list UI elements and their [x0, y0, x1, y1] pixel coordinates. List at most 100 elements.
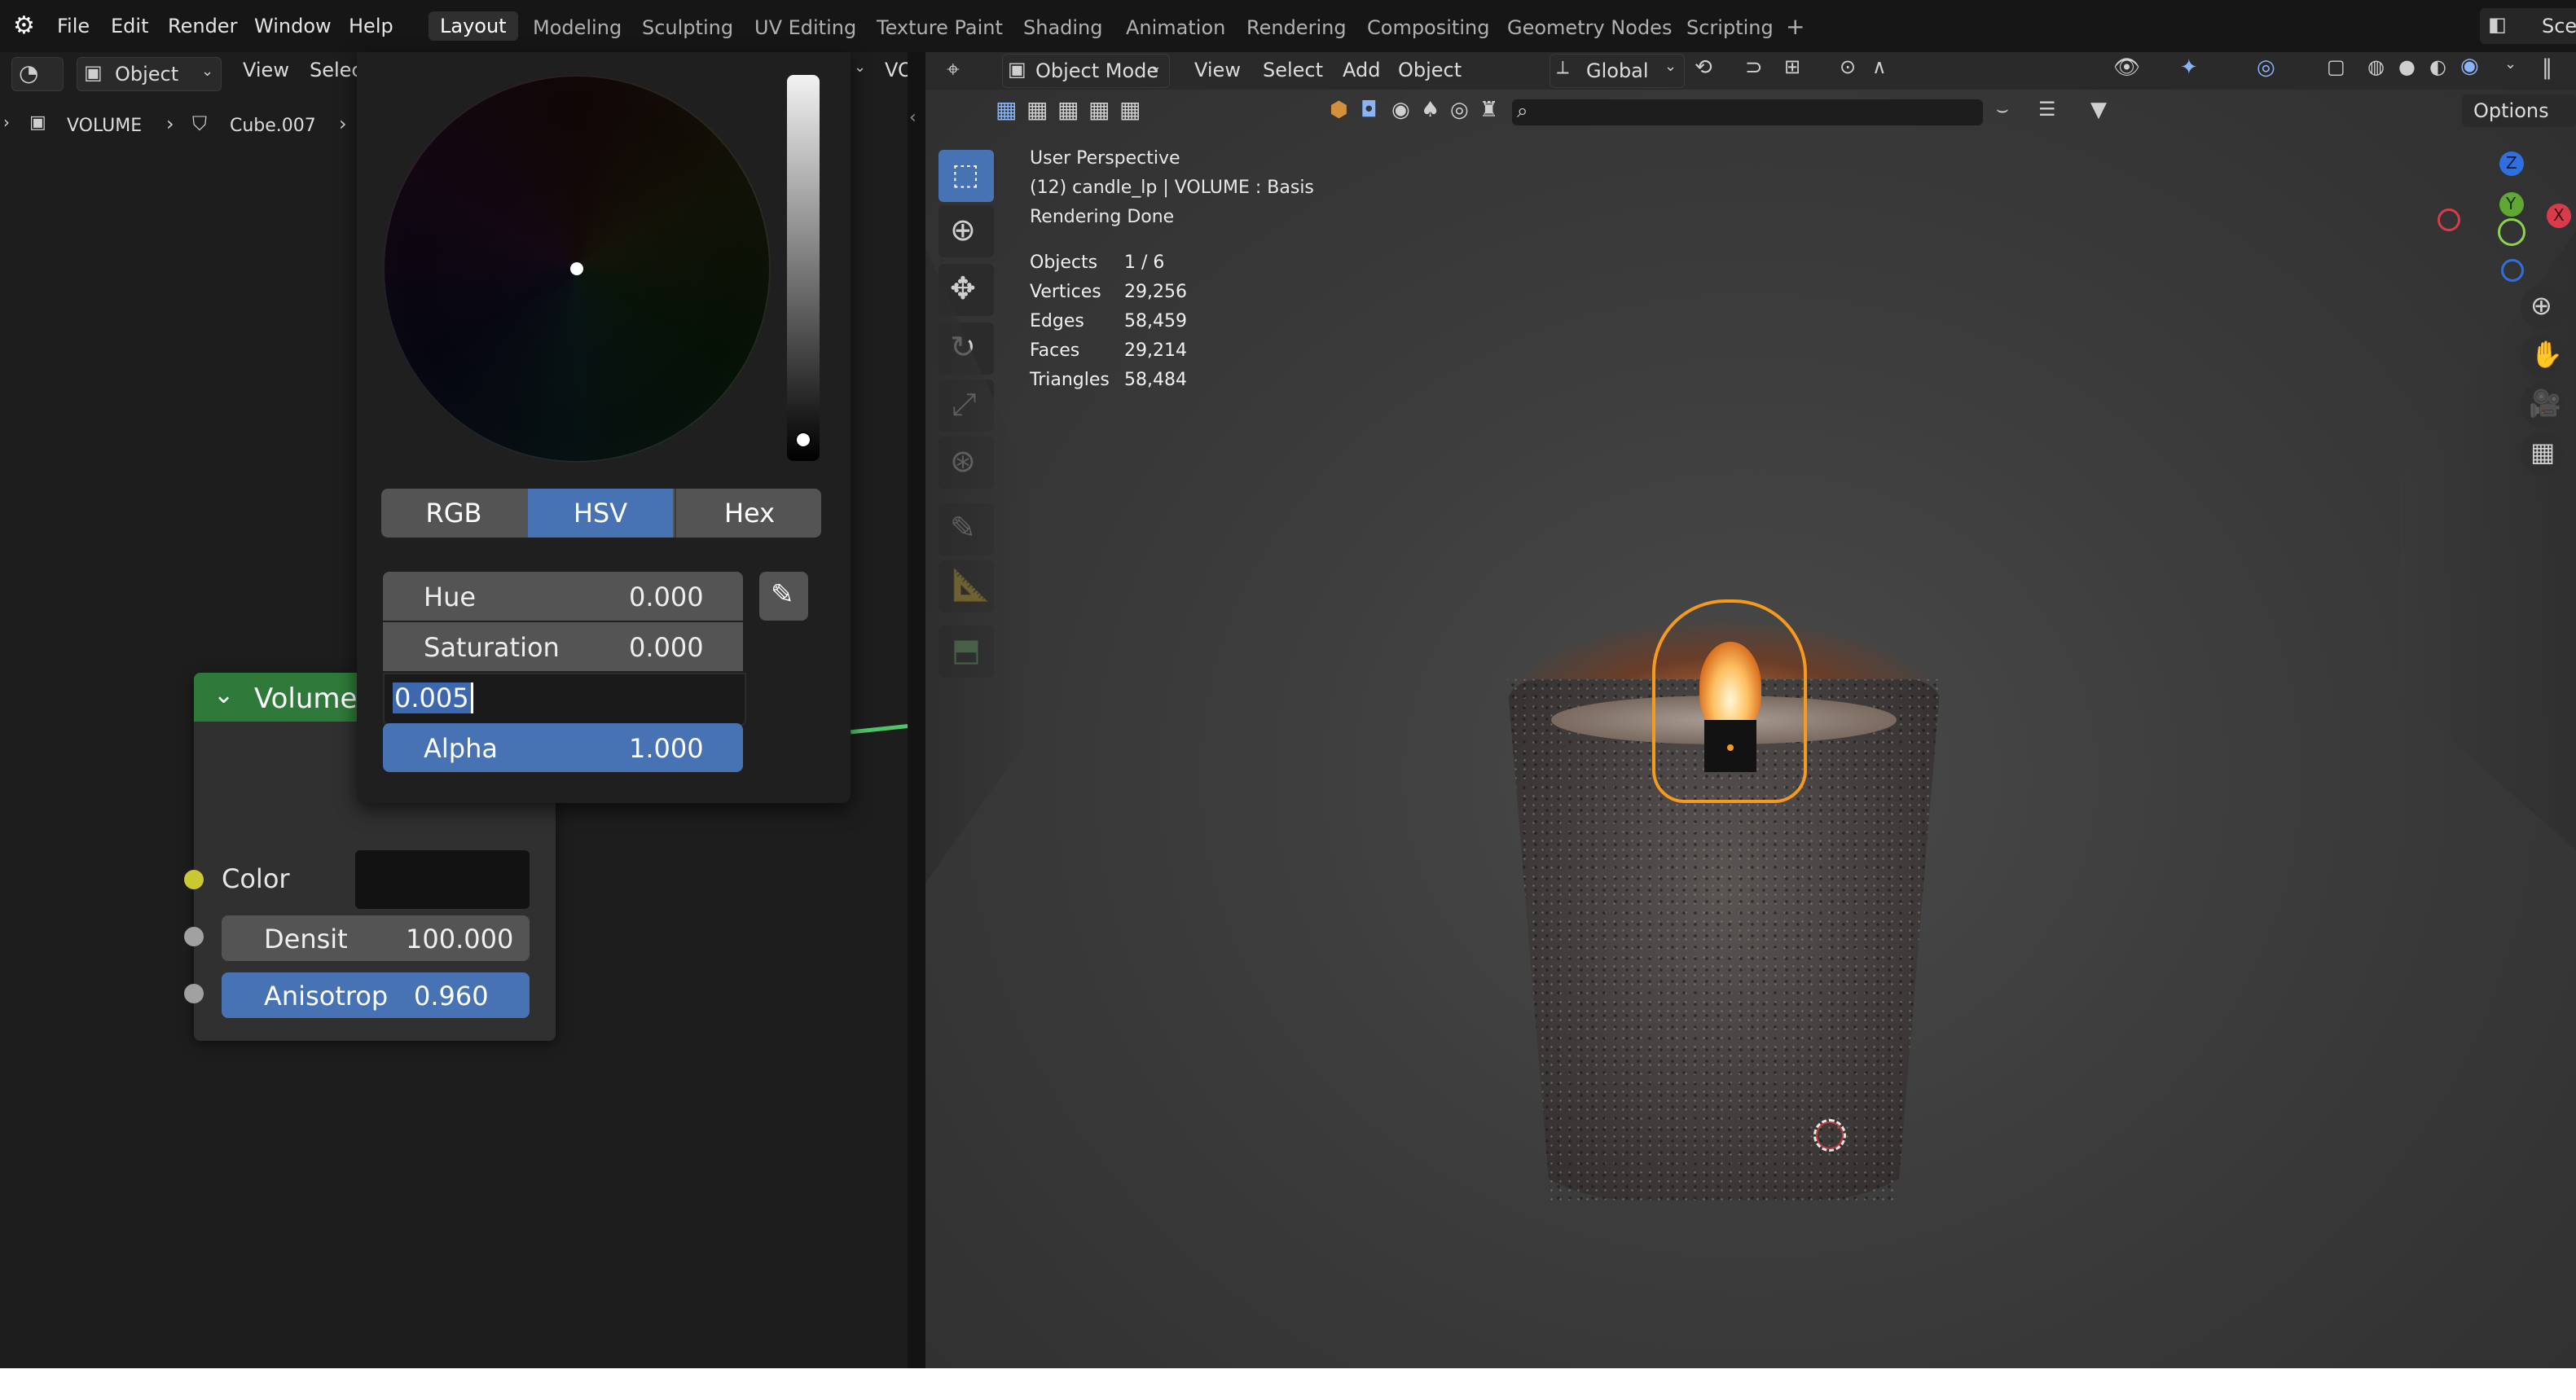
snap-target-icon[interactable]: ⊞ — [1784, 55, 1800, 78]
tab-layout[interactable]: Layout — [429, 11, 518, 41]
chevron-down-icon[interactable]: ⌄ — [2504, 55, 2517, 72]
menu-window[interactable]: Window — [254, 15, 332, 37]
select-intersect-icon[interactable]: ▦ — [1119, 96, 1141, 123]
select-box-mode-icon[interactable]: ▦ — [996, 96, 1017, 123]
select-tool[interactable]: ⬚ — [939, 150, 994, 202]
menu-edit[interactable]: Edit — [111, 15, 148, 37]
filter-world-icon[interactable]: ◎ — [1450, 98, 1469, 122]
scene-selector[interactable]: ◧ Sce — [2480, 8, 2576, 44]
filter-texture-icon[interactable]: ♠ — [1421, 98, 1440, 122]
alpha-field[interactable]: Alpha 1.000 — [383, 723, 743, 772]
editor-type-3d-icon[interactable]: ⌖ — [947, 55, 960, 83]
tab-shading[interactable]: Shading — [1023, 16, 1103, 39]
navigation-gizmo[interactable]: Z Y X — [2416, 140, 2571, 303]
menu-add[interactable]: Add — [1343, 59, 1380, 81]
saturation-field[interactable]: Saturation 0.000 — [383, 622, 743, 671]
visibility-icon[interactable]: 👁 — [2113, 55, 2140, 80]
value-slider-handle[interactable] — [797, 433, 810, 446]
editor-type-dropdown[interactable]: ◔ — [11, 57, 64, 91]
camera-view-button[interactable]: 🎥 — [2521, 383, 2565, 427]
tab-uv-editing[interactable]: UV Editing — [754, 16, 856, 39]
tab-compositing[interactable]: Compositing — [1367, 16, 1489, 39]
color-picker-popup[interactable]: RGB HSV Hex Hue 0.000 ✎ Saturation 0.000… — [357, 52, 851, 803]
tab-rgb[interactable]: RGB — [381, 489, 526, 538]
falloff-icon[interactable]: ∧ — [1872, 55, 1887, 78]
color-socket[interactable] — [184, 870, 204, 889]
filter-all-icon[interactable]: ⬢ — [1330, 98, 1348, 122]
object-type-dropdown[interactable]: ▣ Object ⌄ — [77, 57, 222, 91]
menu-select[interactable]: Select — [1263, 59, 1323, 81]
viewport-3d[interactable]: ⌖ ▣ Object Mode ⌄ View Select Add Object… — [925, 52, 2576, 1368]
snap-icon[interactable]: ⊃ — [1745, 55, 1763, 80]
cursor-tool[interactable]: ⊕ — [939, 205, 994, 257]
sidebar-toggle-icon[interactable]: ‖ — [2542, 55, 2552, 80]
gizmo-axis-neg-y[interactable] — [2498, 218, 2525, 246]
select-invert-icon[interactable]: ▦ — [1088, 96, 1110, 123]
add-workspace-button[interactable]: + — [1786, 13, 1805, 40]
menu-view[interactable]: View — [1194, 59, 1241, 81]
tab-hex[interactable]: Hex — [675, 489, 821, 538]
gizmo-axis-neg-z[interactable] — [2501, 259, 2524, 282]
menu-select[interactable]: Selec — [310, 59, 363, 81]
menu-view[interactable]: View — [243, 59, 289, 81]
pivot-icon[interactable]: ⟲ — [1695, 55, 1712, 80]
color-wheel[interactable] — [383, 75, 771, 463]
gizmo-axis-y[interactable]: Y — [2499, 192, 2524, 217]
density-socket[interactable] — [184, 927, 204, 946]
select-extend-icon[interactable]: ▦ — [1026, 96, 1048, 123]
3d-cursor[interactable] — [1813, 1119, 1846, 1152]
color-wheel-cursor[interactable] — [570, 262, 583, 275]
blender-logo-icon[interactable]: ⚙ — [13, 11, 35, 40]
value-slider[interactable] — [787, 75, 820, 461]
density-field[interactable]: Densit 100.000 — [222, 915, 530, 961]
hide-icon[interactable]: ⌣ — [1996, 98, 2009, 121]
menu-help[interactable]: Help — [349, 15, 393, 37]
area-divider[interactable]: ‹ — [908, 52, 925, 1368]
tab-texture-paint[interactable]: Texture Paint — [877, 16, 1003, 39]
tab-scripting[interactable]: Scripting — [1686, 16, 1774, 39]
orientation-dropdown[interactable]: ⟂ Global ⌄ — [1550, 54, 1685, 88]
ortho-toggle-button[interactable]: ▦ — [2521, 432, 2565, 476]
chevron-down-icon[interactable]: ⌄ — [854, 59, 866, 76]
menu-file[interactable]: File — [57, 15, 90, 37]
xray-icon[interactable]: ▢ — [2327, 55, 2345, 78]
gizmo-axis-neg-x[interactable] — [2438, 208, 2460, 231]
shading-material-icon[interactable]: ◐ — [2429, 55, 2446, 78]
value-field-editing[interactable]: 0.005 — [383, 673, 746, 726]
overlay-toggle-icon[interactable]: ◎ — [2257, 55, 2275, 80]
select-subtract-icon[interactable]: ▦ — [1057, 96, 1079, 123]
pan-button[interactable]: ✋ — [2521, 334, 2565, 378]
tab-rendering[interactable]: Rendering — [1246, 16, 1347, 39]
tab-modeling[interactable]: Modeling — [533, 16, 622, 39]
shading-rendered-icon[interactable]: ◉ — [2460, 54, 2479, 78]
tab-geometry-nodes[interactable]: Geometry Nodes — [1507, 16, 1672, 39]
value-input-text[interactable]: 0.005 — [393, 682, 473, 713]
filter-image-icon[interactable]: ♜ — [1479, 98, 1498, 122]
chevron-down-icon[interactable]: ⌄ — [213, 681, 234, 709]
shading-solid-icon[interactable]: ● — [2398, 55, 2416, 78]
zoom-button[interactable]: ⊕ — [2521, 285, 2565, 329]
eyedropper-button[interactable]: ✎ — [759, 572, 808, 621]
anisotropy-socket[interactable] — [184, 984, 204, 1003]
shading-wireframe-icon[interactable]: ◍ — [2367, 55, 2385, 78]
filter-icon[interactable]: ▼ — [2090, 98, 2107, 122]
mode-dropdown[interactable]: ▣ Object Mode ⌄ — [1002, 54, 1170, 88]
gizmo-axis-z[interactable]: Z — [2499, 151, 2524, 176]
filter-material-icon[interactable]: ◉ — [1391, 98, 1410, 122]
menu-render[interactable]: Render — [168, 15, 237, 37]
options-dropdown[interactable]: Options — [2462, 94, 2576, 127]
menu-object[interactable]: Object — [1398, 59, 1462, 81]
gizmo-toggle-icon[interactable]: ✦ — [2180, 55, 2198, 80]
viewport-search-input[interactable]: ⌕ — [1512, 99, 1983, 125]
candle-render[interactable] — [1447, 573, 2001, 1306]
tab-animation[interactable]: Animation — [1126, 16, 1225, 39]
anisotropy-field[interactable]: Anisotrop 0.960 — [222, 972, 530, 1018]
gizmo-axis-x[interactable]: X — [2547, 204, 2571, 228]
tab-sculpting[interactable]: Sculpting — [642, 16, 733, 39]
hue-field[interactable]: Hue 0.000 — [383, 572, 743, 621]
sort-icon[interactable]: ☰ — [2038, 98, 2056, 121]
tab-hsv[interactable]: HSV — [528, 489, 673, 538]
filter-mesh-icon[interactable]: ◘ — [1361, 98, 1378, 122]
collapse-arrow-icon[interactable]: ‹ — [909, 108, 917, 128]
color-swatch[interactable] — [355, 850, 530, 909]
